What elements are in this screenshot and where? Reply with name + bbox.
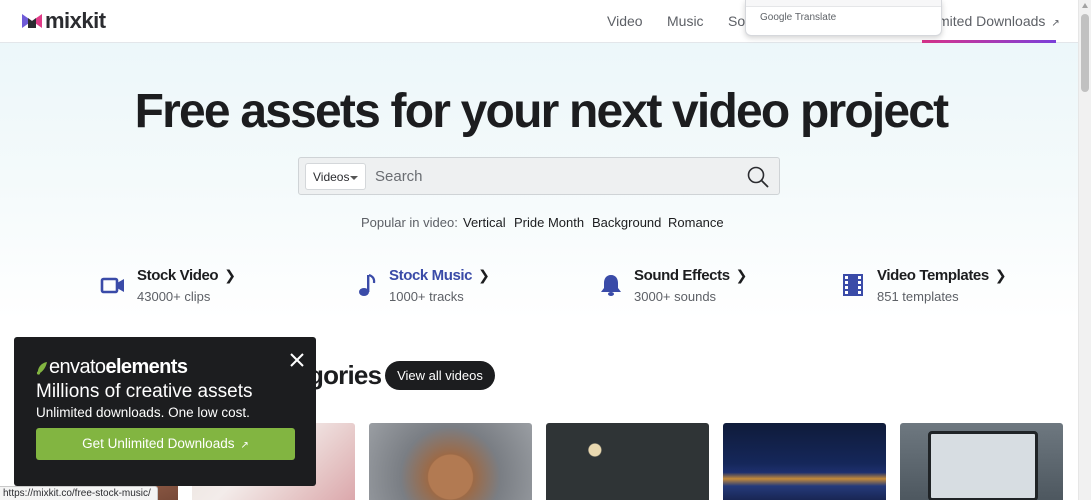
search-icon[interactable] [747, 166, 769, 188]
nav-active-underline [922, 40, 1056, 43]
envato-promo-popup: envato elements Millions of creative asse… [14, 337, 316, 486]
chevron-right-icon: ❯ [478, 267, 490, 283]
nav-music[interactable]: Music [667, 13, 704, 29]
mixkit-logo-icon [22, 14, 42, 28]
film-icon [843, 274, 863, 296]
popular-tag-background[interactable]: Background [592, 215, 661, 230]
nav-unlimited-downloads[interactable]: nlimited Downloads ↗ [924, 13, 1060, 29]
category-count: 851 templates [877, 289, 959, 304]
page: mixkit Video Music Sou nlimited Download… [0, 0, 1078, 500]
status-bar-url: https://mixkit.co/free-stock-music/ [0, 486, 158, 500]
chevron-right-icon: ❯ [994, 267, 1007, 283]
translate-popup-bar [746, 0, 941, 7]
category-title-text: Stock Video [137, 267, 219, 284]
search-input[interactable] [375, 163, 735, 190]
envato-logo-bold: elements [105, 356, 188, 378]
category-title-text: Stock Music [389, 267, 473, 284]
external-link-icon: ↗ [240, 440, 249, 451]
google-translate-label: Google Translate [760, 12, 837, 23]
hero-title: Free assets for your next video project [134, 85, 950, 138]
envato-logo-light: envato [49, 356, 106, 378]
external-link-icon: ↗ [1051, 18, 1060, 29]
category-title-text: Video Templates [877, 267, 989, 284]
popular-tag-pride-month[interactable]: Pride Month [514, 215, 584, 230]
category-title: Sound Effects ❯ [634, 267, 747, 284]
search-bar: Videos [298, 157, 780, 195]
popular-label: Popular in video: [361, 215, 458, 230]
view-all-videos-button[interactable]: View all videos [385, 361, 495, 390]
section-title: gories [308, 360, 382, 390]
category-title: Stock Music ❯ [389, 267, 490, 284]
promo-subtext: Unlimited downloads. One low cost. [36, 405, 250, 420]
get-unlimited-downloads-button[interactable]: Get Unlimited Downloads ↗ [36, 428, 295, 460]
logo-text: mixkit [45, 8, 106, 33]
category-count: 1000+ tracks [389, 289, 464, 304]
video-thumbnail[interactable] [723, 423, 886, 500]
laptop-screen-image [928, 431, 1038, 500]
video-thumbnail[interactable] [546, 423, 709, 500]
nav-unlimited-label: nlimited Downloads [924, 13, 1046, 29]
music-note-icon [359, 273, 376, 296]
bell-icon [601, 275, 621, 296]
category-stock-music[interactable]: Stock Music ❯ 1000+ tracks [355, 266, 495, 310]
video-thumbnail[interactable] [900, 423, 1063, 500]
mixkit-logo[interactable]: mixkit [22, 10, 106, 32]
category-title-text: Sound Effects [634, 267, 730, 284]
scroll-up-arrow-icon[interactable] [1082, 3, 1088, 8]
caret-down-icon [350, 176, 358, 180]
site-header: mixkit Video Music Sou nlimited Download… [0, 0, 1078, 43]
envato-leaf-icon [36, 361, 47, 375]
scrollbar-thumb[interactable] [1081, 14, 1089, 92]
category-video-templates[interactable]: Video Templates ❯ 851 templates [840, 266, 1007, 310]
category-title: Video Templates ❯ [877, 267, 1007, 284]
video-camera-icon [100, 277, 124, 294]
category-stock-video[interactable]: Stock Video ❯ 43000+ clips [100, 266, 240, 310]
category-count: 43000+ clips [137, 289, 211, 304]
search-category-value: Videos [313, 170, 350, 184]
popular-tag-romance[interactable]: Romance [668, 215, 724, 230]
video-thumbnail[interactable] [369, 423, 532, 500]
promo-headline: Millions of creative assets [36, 381, 253, 402]
category-title: Stock Video ❯ [137, 267, 236, 284]
category-count: 3000+ sounds [634, 289, 717, 304]
envato-elements-logo: envato elements [36, 356, 188, 379]
close-icon[interactable] [290, 353, 304, 367]
chevron-right-icon: ❯ [735, 267, 748, 283]
promo-cta-label: Get Unlimited Downloads [82, 436, 235, 451]
nav-video[interactable]: Video [607, 13, 643, 29]
vertical-scrollbar[interactable] [1078, 0, 1091, 500]
popular-tag-vertical[interactable]: Vertical [463, 215, 506, 230]
search-category-select[interactable]: Videos [305, 163, 366, 190]
chevron-right-icon: ❯ [224, 267, 236, 283]
google-translate-popup[interactable]: Google Translate [745, 0, 942, 36]
category-sound-effects[interactable]: Sound Effects ❯ 3000+ sounds [598, 266, 748, 310]
